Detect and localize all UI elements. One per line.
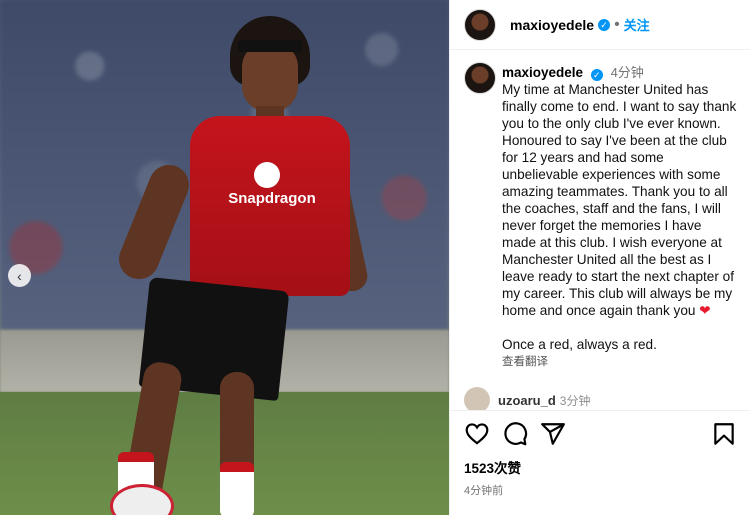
red-heart-icon: ❤	[699, 303, 711, 318]
post-header: maxioyedele ✓ • 关注	[450, 0, 750, 50]
caption-body: maxioyedele ✓ 4分钟 My time at Manchester …	[502, 62, 737, 369]
player-figure: Snapdragon	[100, 12, 371, 515]
caption-row: maxioyedele ✓ 4分钟 My time at Manchester …	[464, 62, 737, 369]
caption-header: maxioyedele ✓ 4分钟	[502, 62, 737, 81]
posted-time: 4分钟前	[464, 485, 504, 497]
post-actions: 1523次赞 4分钟前	[450, 410, 750, 515]
comment-time: 3分钟	[559, 393, 591, 408]
header-username[interactable]: maxioyedele	[510, 17, 594, 33]
caption-avatar[interactable]	[464, 62, 496, 94]
player-sock-right	[220, 462, 254, 515]
likes-count[interactable]: 1523次赞	[464, 457, 737, 477]
caption-time: 4分钟	[610, 65, 644, 80]
heart-icon[interactable]	[464, 421, 490, 447]
caption-username[interactable]: maxioyedele	[502, 65, 583, 80]
sponsor-logo	[254, 162, 280, 188]
caption-main-text: My time at Manchester United has finally…	[502, 82, 737, 318]
comment-icon[interactable]	[502, 421, 528, 447]
verified-badge-icon: ✓	[590, 69, 603, 81]
caption-closing-text: Once a red, always a red.	[502, 337, 657, 352]
bookmark-icon[interactable]	[711, 421, 737, 447]
action-icons	[464, 421, 737, 447]
chevron-left-icon: ‹	[17, 267, 22, 284]
shirt-sponsor-text: Snapdragon	[228, 190, 316, 207]
comment-username[interactable]: uzoaru_d	[498, 393, 556, 408]
player-arm-left	[112, 158, 196, 286]
post-image[interactable]: Snapdragon ‹	[0, 0, 449, 515]
caption-text: My time at Manchester United has finally…	[502, 81, 737, 319]
comment-item: uzoaru_d 3分钟	[464, 387, 737, 410]
comment-avatar[interactable]	[464, 387, 490, 410]
player-headband	[238, 40, 302, 52]
comments-scroll-area[interactable]: maxioyedele ✓ 4分钟 My time at Manchester …	[450, 50, 750, 410]
player-shirt: Snapdragon	[190, 116, 350, 296]
see-translation-link[interactable]: 查看翻译	[502, 353, 737, 369]
separator-dot: •	[614, 15, 620, 33]
previous-image-button[interactable]: ‹	[8, 264, 31, 287]
avatar[interactable]	[464, 8, 496, 41]
post-side-panel: maxioyedele ✓ • 关注 maxioyedele ✓ 4分钟 My …	[449, 0, 750, 515]
follow-button[interactable]: 关注	[624, 15, 650, 34]
verified-badge-icon: ✓	[598, 18, 611, 31]
share-icon[interactable]	[540, 421, 566, 447]
player-face	[242, 42, 298, 112]
